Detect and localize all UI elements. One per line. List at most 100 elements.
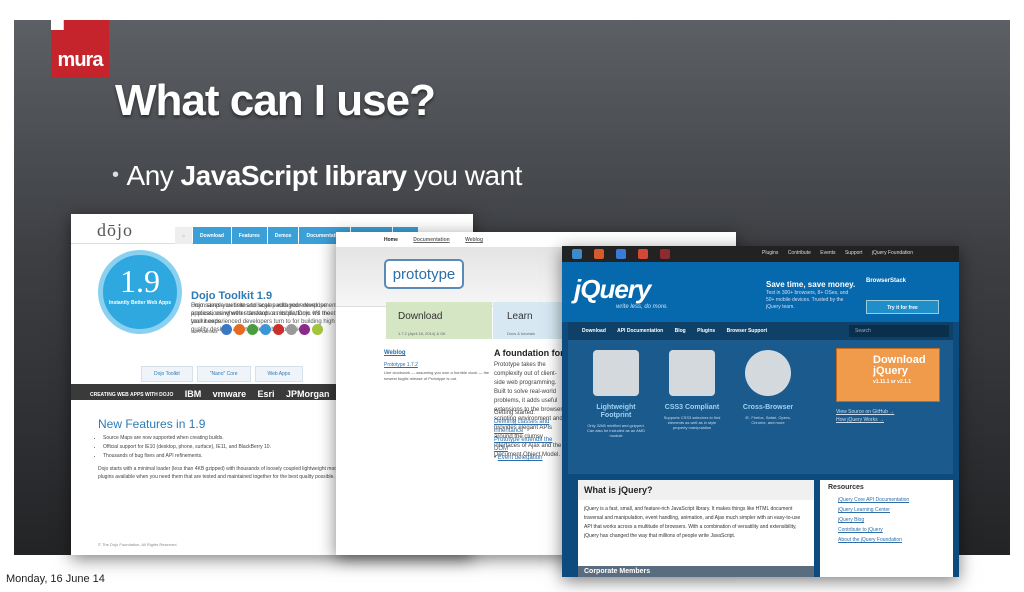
browser-icons bbox=[221, 324, 325, 335]
weblog-post-body: Like clockwork — assuming you own a horr… bbox=[384, 370, 490, 381]
dojo-version-badge: 1.9 Instantly Better Web Apps bbox=[98, 250, 182, 334]
topnav-item[interactable]: Contribute bbox=[788, 250, 811, 256]
dojo-intro-2: From simple websites to large packaged e… bbox=[191, 303, 336, 325]
feature-sub: Supports CSS3 selectors to find elements… bbox=[663, 415, 721, 430]
download-sub: 1.7.2 (April 18, 2014) & Git bbox=[398, 331, 446, 336]
resource-link[interactable]: Contribute to jQuery bbox=[828, 525, 945, 535]
bullet-bold: JavaScript library bbox=[180, 160, 408, 191]
topnav-item[interactable]: Plugins bbox=[762, 250, 778, 256]
resource-link[interactable]: jQuery Learning Center bbox=[828, 505, 945, 515]
getting-started-label: Getting started: bbox=[494, 410, 536, 416]
browserstack-logo: BrowserStack bbox=[866, 278, 907, 284]
download-version: v1.11.1 or v2.1.1 bbox=[873, 379, 912, 385]
mobile-icon bbox=[299, 324, 310, 335]
nav-documentation[interactable]: Documentation bbox=[413, 237, 449, 243]
partner-logo: Esri bbox=[257, 389, 275, 399]
box-icon bbox=[593, 350, 639, 396]
gs-link[interactable]: Defining classes and inheritance bbox=[494, 419, 549, 434]
github-link[interactable]: View Source on GitHub → bbox=[836, 408, 894, 416]
safari-icon bbox=[260, 324, 271, 335]
tab-nano-core[interactable]: "Nano" Core bbox=[196, 366, 251, 382]
prototype-download-button[interactable]: Download 1.7.2 (April 18, 2014) & Git bbox=[386, 302, 492, 339]
jquery-tagline: write less, do more. bbox=[616, 304, 669, 310]
topnav-item[interactable]: Events bbox=[820, 250, 835, 256]
apple-icon bbox=[286, 324, 297, 335]
list-item: Source Maps are now supported when creat… bbox=[103, 434, 353, 443]
tab-dojo-toolkit[interactable]: Dojo Toolkit bbox=[141, 366, 193, 382]
list-item[interactable]: Thousands of bug fixes and API refinemen… bbox=[103, 452, 353, 461]
list-item: Official support for IE10 (desktop, phon… bbox=[103, 443, 353, 452]
prototype-learn-button[interactable]: Learn Docs & tutorials bbox=[493, 302, 567, 339]
nav-home[interactable]: Home bbox=[384, 237, 398, 243]
jquery-logo[interactable]: jQuery bbox=[574, 274, 651, 305]
slide-bullet: • Any JavaScript library you want bbox=[112, 160, 522, 192]
jquery-mobile-icon[interactable] bbox=[616, 249, 626, 259]
jquery-screenshot: Plugins Contribute Events Support jQuery… bbox=[562, 246, 959, 577]
menu-item[interactable]: Plugins bbox=[697, 328, 715, 334]
feature-cross-browser: Cross-Browser IE, Firefox, Safari, Opera… bbox=[738, 350, 798, 425]
home-icon[interactable]: ⌂ bbox=[175, 227, 193, 244]
dojo-nav-item[interactable]: Demos bbox=[267, 227, 299, 244]
partner-logo: IBM bbox=[184, 389, 202, 399]
weblog-heading[interactable]: Weblog bbox=[384, 350, 406, 356]
gs-link[interactable]: Prototype extends the DOM bbox=[494, 437, 552, 452]
what-body: jQuery is a fast, small, and feature-ric… bbox=[584, 506, 801, 539]
mura-logo-text: mura bbox=[57, 49, 104, 71]
slide-title: What can I use? bbox=[115, 76, 436, 125]
gs-link[interactable]: Event delegation bbox=[498, 455, 543, 461]
jquery-ui-icon[interactable] bbox=[594, 249, 604, 259]
dojo-paragraph: Dojo starts with a minimal loader (less … bbox=[98, 466, 356, 480]
what-is-jquery: What is jQuery? jQuery is a fast, small,… bbox=[578, 480, 814, 577]
ad-title: Save time, save money. bbox=[766, 280, 856, 289]
css3-icon bbox=[669, 350, 715, 396]
dojo-tabs: Dojo Toolkit "Nano" Core Web Apps bbox=[141, 366, 307, 382]
resources-title: Resources bbox=[828, 484, 864, 491]
prototype-nav: Home Documentation Weblog bbox=[336, 232, 736, 247]
feature-lightweight: Lightweight Footprint Only 32kB minified… bbox=[586, 350, 646, 438]
partner-logo: vmware bbox=[212, 389, 247, 399]
download-label: Download bbox=[398, 311, 443, 322]
supporting-label: SUPPORTING bbox=[191, 329, 218, 334]
menu-item[interactable]: Download bbox=[582, 328, 606, 334]
menu-item[interactable]: Browser Support bbox=[727, 328, 768, 334]
try-free-button[interactable]: Try it for free bbox=[866, 300, 939, 314]
topnav-item[interactable]: jQuery Foundation bbox=[872, 250, 913, 256]
how-works-link[interactable]: How jQuery Works → bbox=[836, 416, 894, 424]
download-jquery-button[interactable]: Download jQuery v1.11.1 or v2.1.1 bbox=[836, 348, 940, 402]
tab-web-apps[interactable]: Web Apps bbox=[254, 366, 304, 382]
mura-logo: mura bbox=[51, 20, 109, 78]
opera-icon bbox=[273, 324, 284, 335]
slide-footer-date: Monday, 16 June 14 bbox=[6, 573, 105, 585]
firefox-icon bbox=[234, 324, 245, 335]
jquery-hero: jQuery write less, do more. Save time, s… bbox=[562, 262, 959, 322]
resource-link[interactable]: jQuery Core API Documentation bbox=[828, 495, 945, 505]
dojo-nav-item[interactable]: Download bbox=[193, 227, 231, 244]
resources: Resources jQuery Core API Documentation … bbox=[820, 480, 953, 577]
dojo-footer: © The Dojo Foundation, All Rights Reserv… bbox=[98, 542, 178, 547]
feature-title: CSS3 Compliant bbox=[664, 404, 720, 411]
sizzle-icon[interactable] bbox=[638, 249, 648, 259]
resource-link[interactable]: About the jQuery Foundation bbox=[828, 535, 945, 545]
partner-logo: JPMorgan bbox=[285, 389, 330, 399]
dojo-feature-list: Source Maps are now supported when creat… bbox=[103, 434, 353, 461]
ad-text: Test in 300+ browsers, 8+ OSes, and 50+ … bbox=[766, 290, 849, 310]
topnav-item[interactable]: Support bbox=[845, 250, 863, 256]
bullet-icon: • bbox=[112, 164, 119, 186]
ie-icon bbox=[221, 324, 232, 335]
feature-title: Cross-Browser bbox=[742, 404, 794, 411]
search-input[interactable]: Search bbox=[849, 325, 949, 337]
source-links: View Source on GitHub → How jQuery Works… bbox=[836, 408, 894, 424]
menu-item[interactable]: Blog bbox=[675, 328, 686, 334]
resource-link[interactable]: jQuery Blog bbox=[828, 515, 945, 525]
partners-label: CREATING WEB APPS WITH DOJO bbox=[90, 392, 174, 398]
qunit-icon[interactable] bbox=[660, 249, 670, 259]
chrome-icon bbox=[247, 324, 258, 335]
corporate-members: Corporate Members bbox=[578, 566, 814, 577]
jquery-site-icon[interactable] bbox=[572, 249, 582, 259]
learn-sub: Docs & tutorials bbox=[507, 331, 536, 336]
dojo-nav-item[interactable]: Features bbox=[231, 227, 267, 244]
nav-weblog[interactable]: Weblog bbox=[465, 237, 483, 243]
what-title: What is jQuery? bbox=[578, 480, 814, 500]
menu-item[interactable]: API Documentation bbox=[617, 328, 663, 334]
weblog-post-title[interactable]: Prototype 1.7.2 bbox=[384, 362, 418, 368]
